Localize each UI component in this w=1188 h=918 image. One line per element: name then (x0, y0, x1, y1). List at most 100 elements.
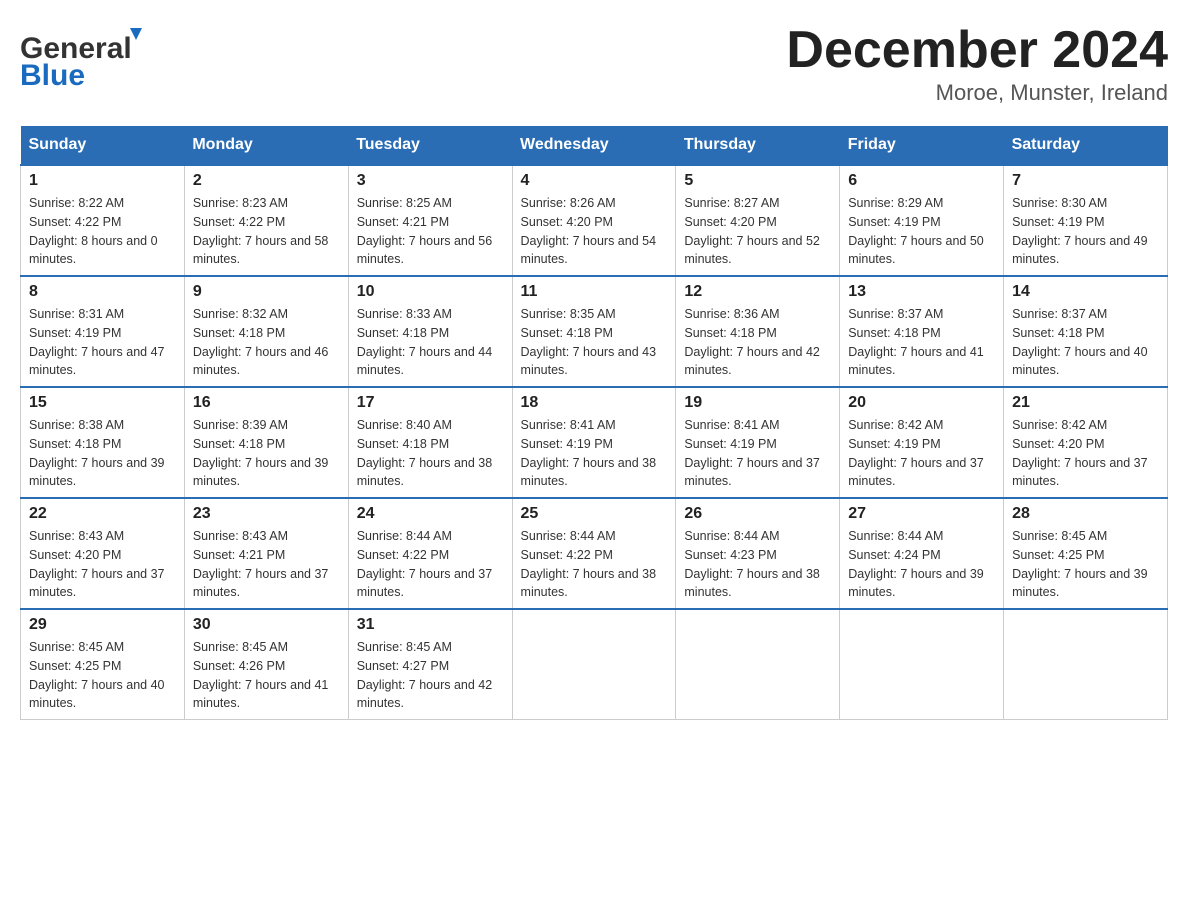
day-info: Sunrise: 8:44 AMSunset: 4:24 PMDaylight:… (848, 527, 995, 602)
day-info: Sunrise: 8:41 AMSunset: 4:19 PMDaylight:… (684, 416, 831, 491)
day-number: 3 (357, 172, 504, 190)
day-number: 24 (357, 505, 504, 523)
calendar-cell: 13 Sunrise: 8:37 AMSunset: 4:18 PMDaylig… (840, 276, 1004, 387)
calendar-cell: 4 Sunrise: 8:26 AMSunset: 4:20 PMDayligh… (512, 165, 676, 276)
calendar-cell: 31 Sunrise: 8:45 AMSunset: 4:27 PMDaylig… (348, 609, 512, 720)
day-number: 10 (357, 283, 504, 301)
day-info: Sunrise: 8:31 AMSunset: 4:19 PMDaylight:… (29, 305, 176, 380)
day-info: Sunrise: 8:45 AMSunset: 4:27 PMDaylight:… (357, 638, 504, 713)
day-info: Sunrise: 8:25 AMSunset: 4:21 PMDaylight:… (357, 194, 504, 269)
day-number: 12 (684, 283, 831, 301)
calendar-cell: 11 Sunrise: 8:35 AMSunset: 4:18 PMDaylig… (512, 276, 676, 387)
day-number: 2 (193, 172, 340, 190)
day-info: Sunrise: 8:38 AMSunset: 4:18 PMDaylight:… (29, 416, 176, 491)
header-saturday: Saturday (1004, 126, 1168, 165)
day-number: 26 (684, 505, 831, 523)
day-info: Sunrise: 8:42 AMSunset: 4:20 PMDaylight:… (1012, 416, 1159, 491)
calendar-cell (840, 609, 1004, 720)
day-info: Sunrise: 8:37 AMSunset: 4:18 PMDaylight:… (848, 305, 995, 380)
header-thursday: Thursday (676, 126, 840, 165)
week-row-2: 8 Sunrise: 8:31 AMSunset: 4:19 PMDayligh… (21, 276, 1168, 387)
calendar-cell: 29 Sunrise: 8:45 AMSunset: 4:25 PMDaylig… (21, 609, 185, 720)
calendar-cell: 24 Sunrise: 8:44 AMSunset: 4:22 PMDaylig… (348, 498, 512, 609)
week-row-4: 22 Sunrise: 8:43 AMSunset: 4:20 PMDaylig… (21, 498, 1168, 609)
calendar-cell: 19 Sunrise: 8:41 AMSunset: 4:19 PMDaylig… (676, 387, 840, 498)
header-wednesday: Wednesday (512, 126, 676, 165)
day-number: 18 (521, 394, 668, 412)
location: Moroe, Munster, Ireland (786, 80, 1168, 106)
day-number: 21 (1012, 394, 1159, 412)
day-number: 11 (521, 283, 668, 301)
day-number: 15 (29, 394, 176, 412)
day-info: Sunrise: 8:32 AMSunset: 4:18 PMDaylight:… (193, 305, 340, 380)
day-number: 27 (848, 505, 995, 523)
day-info: Sunrise: 8:45 AMSunset: 4:26 PMDaylight:… (193, 638, 340, 713)
day-number: 28 (1012, 505, 1159, 523)
calendar-cell: 17 Sunrise: 8:40 AMSunset: 4:18 PMDaylig… (348, 387, 512, 498)
calendar-cell: 5 Sunrise: 8:27 AMSunset: 4:20 PMDayligh… (676, 165, 840, 276)
calendar-cell: 20 Sunrise: 8:42 AMSunset: 4:19 PMDaylig… (840, 387, 1004, 498)
calendar-cell: 18 Sunrise: 8:41 AMSunset: 4:19 PMDaylig… (512, 387, 676, 498)
day-info: Sunrise: 8:42 AMSunset: 4:19 PMDaylight:… (848, 416, 995, 491)
calendar-cell: 16 Sunrise: 8:39 AMSunset: 4:18 PMDaylig… (184, 387, 348, 498)
day-number: 14 (1012, 283, 1159, 301)
page-header: General Blue December 2024 Moroe, Munste… (20, 20, 1168, 106)
header-sunday: Sunday (21, 126, 185, 165)
calendar-cell: 30 Sunrise: 8:45 AMSunset: 4:26 PMDaylig… (184, 609, 348, 720)
day-number: 4 (521, 172, 668, 190)
day-header-row: Sunday Monday Tuesday Wednesday Thursday… (21, 126, 1168, 165)
calendar-cell: 14 Sunrise: 8:37 AMSunset: 4:18 PMDaylig… (1004, 276, 1168, 387)
calendar-cell: 21 Sunrise: 8:42 AMSunset: 4:20 PMDaylig… (1004, 387, 1168, 498)
title-area: December 2024 Moroe, Munster, Ireland (786, 20, 1168, 106)
day-info: Sunrise: 8:33 AMSunset: 4:18 PMDaylight:… (357, 305, 504, 380)
calendar-cell: 6 Sunrise: 8:29 AMSunset: 4:19 PMDayligh… (840, 165, 1004, 276)
day-number: 20 (848, 394, 995, 412)
day-number: 19 (684, 394, 831, 412)
day-number: 29 (29, 616, 176, 634)
calendar-cell: 15 Sunrise: 8:38 AMSunset: 4:18 PMDaylig… (21, 387, 185, 498)
calendar-cell: 3 Sunrise: 8:25 AMSunset: 4:21 PMDayligh… (348, 165, 512, 276)
week-row-5: 29 Sunrise: 8:45 AMSunset: 4:25 PMDaylig… (21, 609, 1168, 720)
day-info: Sunrise: 8:36 AMSunset: 4:18 PMDaylight:… (684, 305, 831, 380)
calendar-cell (512, 609, 676, 720)
week-row-1: 1 Sunrise: 8:22 AMSunset: 4:22 PMDayligh… (21, 165, 1168, 276)
calendar-cell (676, 609, 840, 720)
day-info: Sunrise: 8:43 AMSunset: 4:20 PMDaylight:… (29, 527, 176, 602)
day-info: Sunrise: 8:45 AMSunset: 4:25 PMDaylight:… (29, 638, 176, 713)
calendar-cell: 22 Sunrise: 8:43 AMSunset: 4:20 PMDaylig… (21, 498, 185, 609)
day-number: 1 (29, 172, 176, 190)
day-number: 16 (193, 394, 340, 412)
calendar-cell: 23 Sunrise: 8:43 AMSunset: 4:21 PMDaylig… (184, 498, 348, 609)
calendar-table: Sunday Monday Tuesday Wednesday Thursday… (20, 126, 1168, 720)
calendar-cell: 25 Sunrise: 8:44 AMSunset: 4:22 PMDaylig… (512, 498, 676, 609)
calendar-cell: 10 Sunrise: 8:33 AMSunset: 4:18 PMDaylig… (348, 276, 512, 387)
day-info: Sunrise: 8:26 AMSunset: 4:20 PMDaylight:… (521, 194, 668, 269)
calendar-cell: 7 Sunrise: 8:30 AMSunset: 4:19 PMDayligh… (1004, 165, 1168, 276)
day-info: Sunrise: 8:43 AMSunset: 4:21 PMDaylight:… (193, 527, 340, 602)
day-info: Sunrise: 8:44 AMSunset: 4:23 PMDaylight:… (684, 527, 831, 602)
calendar-cell: 27 Sunrise: 8:44 AMSunset: 4:24 PMDaylig… (840, 498, 1004, 609)
day-info: Sunrise: 8:30 AMSunset: 4:19 PMDaylight:… (1012, 194, 1159, 269)
calendar-cell: 9 Sunrise: 8:32 AMSunset: 4:18 PMDayligh… (184, 276, 348, 387)
day-number: 5 (684, 172, 831, 190)
day-number: 7 (1012, 172, 1159, 190)
day-info: Sunrise: 8:22 AMSunset: 4:22 PMDaylight:… (29, 194, 176, 269)
day-number: 25 (521, 505, 668, 523)
day-info: Sunrise: 8:29 AMSunset: 4:19 PMDaylight:… (848, 194, 995, 269)
day-info: Sunrise: 8:39 AMSunset: 4:18 PMDaylight:… (193, 416, 340, 491)
day-info: Sunrise: 8:45 AMSunset: 4:25 PMDaylight:… (1012, 527, 1159, 602)
day-info: Sunrise: 8:37 AMSunset: 4:18 PMDaylight:… (1012, 305, 1159, 380)
day-info: Sunrise: 8:44 AMSunset: 4:22 PMDaylight:… (357, 527, 504, 602)
day-info: Sunrise: 8:27 AMSunset: 4:20 PMDaylight:… (684, 194, 831, 269)
calendar-cell: 2 Sunrise: 8:23 AMSunset: 4:22 PMDayligh… (184, 165, 348, 276)
day-number: 22 (29, 505, 176, 523)
day-info: Sunrise: 8:35 AMSunset: 4:18 PMDaylight:… (521, 305, 668, 380)
day-number: 31 (357, 616, 504, 634)
calendar-cell: 26 Sunrise: 8:44 AMSunset: 4:23 PMDaylig… (676, 498, 840, 609)
calendar-cell: 8 Sunrise: 8:31 AMSunset: 4:19 PMDayligh… (21, 276, 185, 387)
day-number: 13 (848, 283, 995, 301)
svg-text:Blue: Blue (20, 59, 85, 90)
calendar-cell: 1 Sunrise: 8:22 AMSunset: 4:22 PMDayligh… (21, 165, 185, 276)
header-tuesday: Tuesday (348, 126, 512, 165)
day-info: Sunrise: 8:44 AMSunset: 4:22 PMDaylight:… (521, 527, 668, 602)
